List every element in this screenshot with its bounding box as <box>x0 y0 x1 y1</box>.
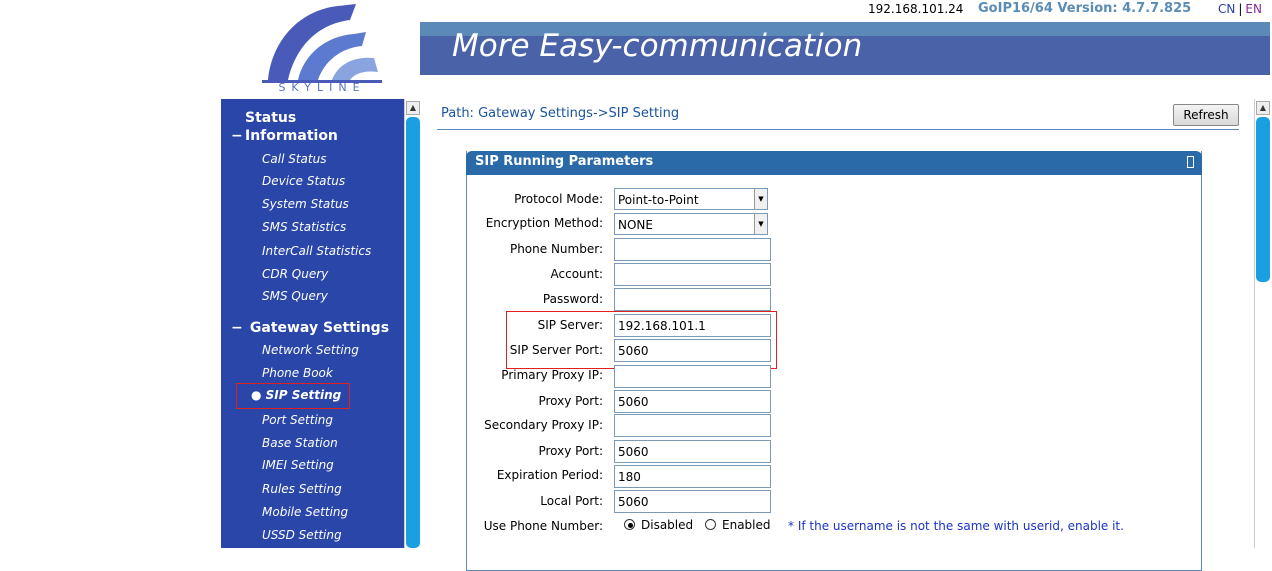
use-phone-number-label: Use Phone Number: <box>483 519 603 533</box>
account-input[interactable] <box>614 263 771 286</box>
sidebar-nav: −Status Information Call Status Device S… <box>221 99 404 548</box>
expiration-period-input[interactable]: 180 <box>614 465 771 488</box>
primary-proxy-ip-input[interactable] <box>614 365 771 388</box>
protocol-mode-label: Protocol Mode: <box>514 192 603 206</box>
encryption-method-select[interactable]: NONE ▼ <box>614 213 768 235</box>
refresh-button[interactable]: Refresh <box>1173 104 1239 126</box>
annotation-highlight <box>506 311 777 369</box>
breadcrumb: Path: Gateway Settings->SIP Setting <box>441 106 680 121</box>
secondary-proxy-ip-label: Secondary Proxy IP: <box>484 418 603 432</box>
encryption-method-label: Encryption Method: <box>485 216 603 230</box>
local-port-input[interactable]: 5060 <box>614 490 771 513</box>
sidebar-item-imei-setting[interactable]: IMEI Setting <box>262 458 334 472</box>
local-port-label: Local Port: <box>540 494 603 508</box>
sidebar-item-intercall-statistics[interactable]: InterCall Statistics <box>262 244 371 258</box>
sidebar-item-device-status[interactable]: Device Status <box>262 174 345 188</box>
use-phone-number-note: * If the username is not the same with u… <box>788 519 1124 533</box>
sidebar-item-cdr-query[interactable]: CDR Query <box>262 267 328 281</box>
password-label: Password: <box>542 292 603 306</box>
sidebar-scrollbar[interactable]: ▲ <box>404 99 420 548</box>
divider <box>437 129 1239 130</box>
active-bullet-icon: ● <box>251 388 266 402</box>
use-phone-number-disabled-option[interactable]: Disabled <box>624 518 693 532</box>
sidebar-item-phone-book[interactable]: Phone Book <box>262 366 333 380</box>
language-switch: CN | EN <box>1218 2 1262 16</box>
proxy-port-label: Proxy Port: <box>538 394 603 408</box>
lang-cn-link[interactable]: CN <box>1218 2 1235 16</box>
panel-title: SIP Running Parameters <box>475 154 654 169</box>
sidebar-item-call-status[interactable]: Call Status <box>262 152 326 166</box>
secondary-proxy-ip-input[interactable] <box>614 414 771 437</box>
collapse-icon: − <box>231 128 243 144</box>
phone-number-label: Phone Number: <box>509 242 603 256</box>
firmware-version: GoIP16/64 Version: 4.7.7.825 <box>978 1 1192 16</box>
sidebar-item-label: SIP Setting <box>265 388 342 402</box>
proxy-port-input[interactable]: 5060 <box>614 390 771 413</box>
sidebar-item-mobile-setting[interactable]: Mobile Setting <box>262 505 348 519</box>
use-phone-number-enabled-option[interactable]: Enabled <box>705 518 771 532</box>
sidebar-item-port-setting[interactable]: Port Setting <box>262 413 333 427</box>
protocol-mode-select[interactable]: Point-to-Point ▼ <box>614 188 768 210</box>
primary-proxy-ip-label: Primary Proxy IP: <box>501 368 603 382</box>
password-input[interactable] <box>614 288 771 311</box>
chevron-down-icon: ▼ <box>754 214 767 234</box>
banner-title: More Easy-communication <box>452 28 863 64</box>
sidebar-item-network-setting[interactable]: Network Setting <box>262 343 359 357</box>
lang-en-link[interactable]: EN <box>1245 2 1262 16</box>
scroll-up-icon[interactable]: ▲ <box>406 101 420 115</box>
header-banner: More Easy-communication <box>420 22 1270 75</box>
status-section-title: Status Information <box>245 110 338 144</box>
phone-number-input[interactable] <box>614 238 771 261</box>
secondary-proxy-port-label: Proxy Port: <box>538 444 603 458</box>
protocol-mode-value: Point-to-Point <box>618 193 699 207</box>
scrollbar-thumb[interactable] <box>1256 117 1270 282</box>
radio-unselected-icon[interactable] <box>705 519 716 530</box>
scrollbar-thumb[interactable] <box>406 117 420 548</box>
sidebar-item-rules-setting[interactable]: Rules Setting <box>262 482 342 496</box>
panel-header: SIP Running Parameters <box>466 151 1202 175</box>
secondary-proxy-port-input[interactable]: 5060 <box>614 440 771 463</box>
lang-separator: | <box>1238 2 1243 16</box>
enabled-option-label: Enabled <box>722 518 771 532</box>
sidebar-item-base-station[interactable]: Base Station <box>262 436 338 450</box>
account-label: Account: <box>550 267 604 281</box>
sidebar-section-status[interactable]: −Status Information <box>231 109 338 145</box>
chevron-down-icon: ▼ <box>754 189 767 209</box>
expiration-period-label: Expiration Period: <box>496 468 603 482</box>
radio-selected-icon[interactable] <box>624 519 635 530</box>
main-scrollbar[interactable]: ▲ <box>1254 99 1270 548</box>
panel-toggle-icon[interactable] <box>1187 156 1194 168</box>
collapse-icon: − <box>231 320 243 336</box>
device-ip: 192.168.101.24 <box>868 2 964 16</box>
gateway-section-title: Gateway Settings <box>249 320 390 336</box>
sidebar-item-system-status[interactable]: System Status <box>262 197 349 211</box>
sidebar-item-sms-query[interactable]: SMS Query <box>262 289 328 303</box>
sidebar-item-ussd-setting[interactable]: USSD Setting <box>262 528 342 542</box>
sidebar-item-sip-setting[interactable]: ● SIP Setting <box>236 383 350 409</box>
sidebar-item-sms-statistics[interactable]: SMS Statistics <box>262 220 346 234</box>
logo-text: SKYLINE <box>278 81 366 94</box>
disabled-option-label: Disabled <box>641 518 694 532</box>
encryption-method-value: NONE <box>618 218 653 232</box>
sidebar-section-gateway[interactable]: − Gateway Settings <box>231 319 389 337</box>
scroll-up-icon[interactable]: ▲ <box>1256 101 1270 115</box>
